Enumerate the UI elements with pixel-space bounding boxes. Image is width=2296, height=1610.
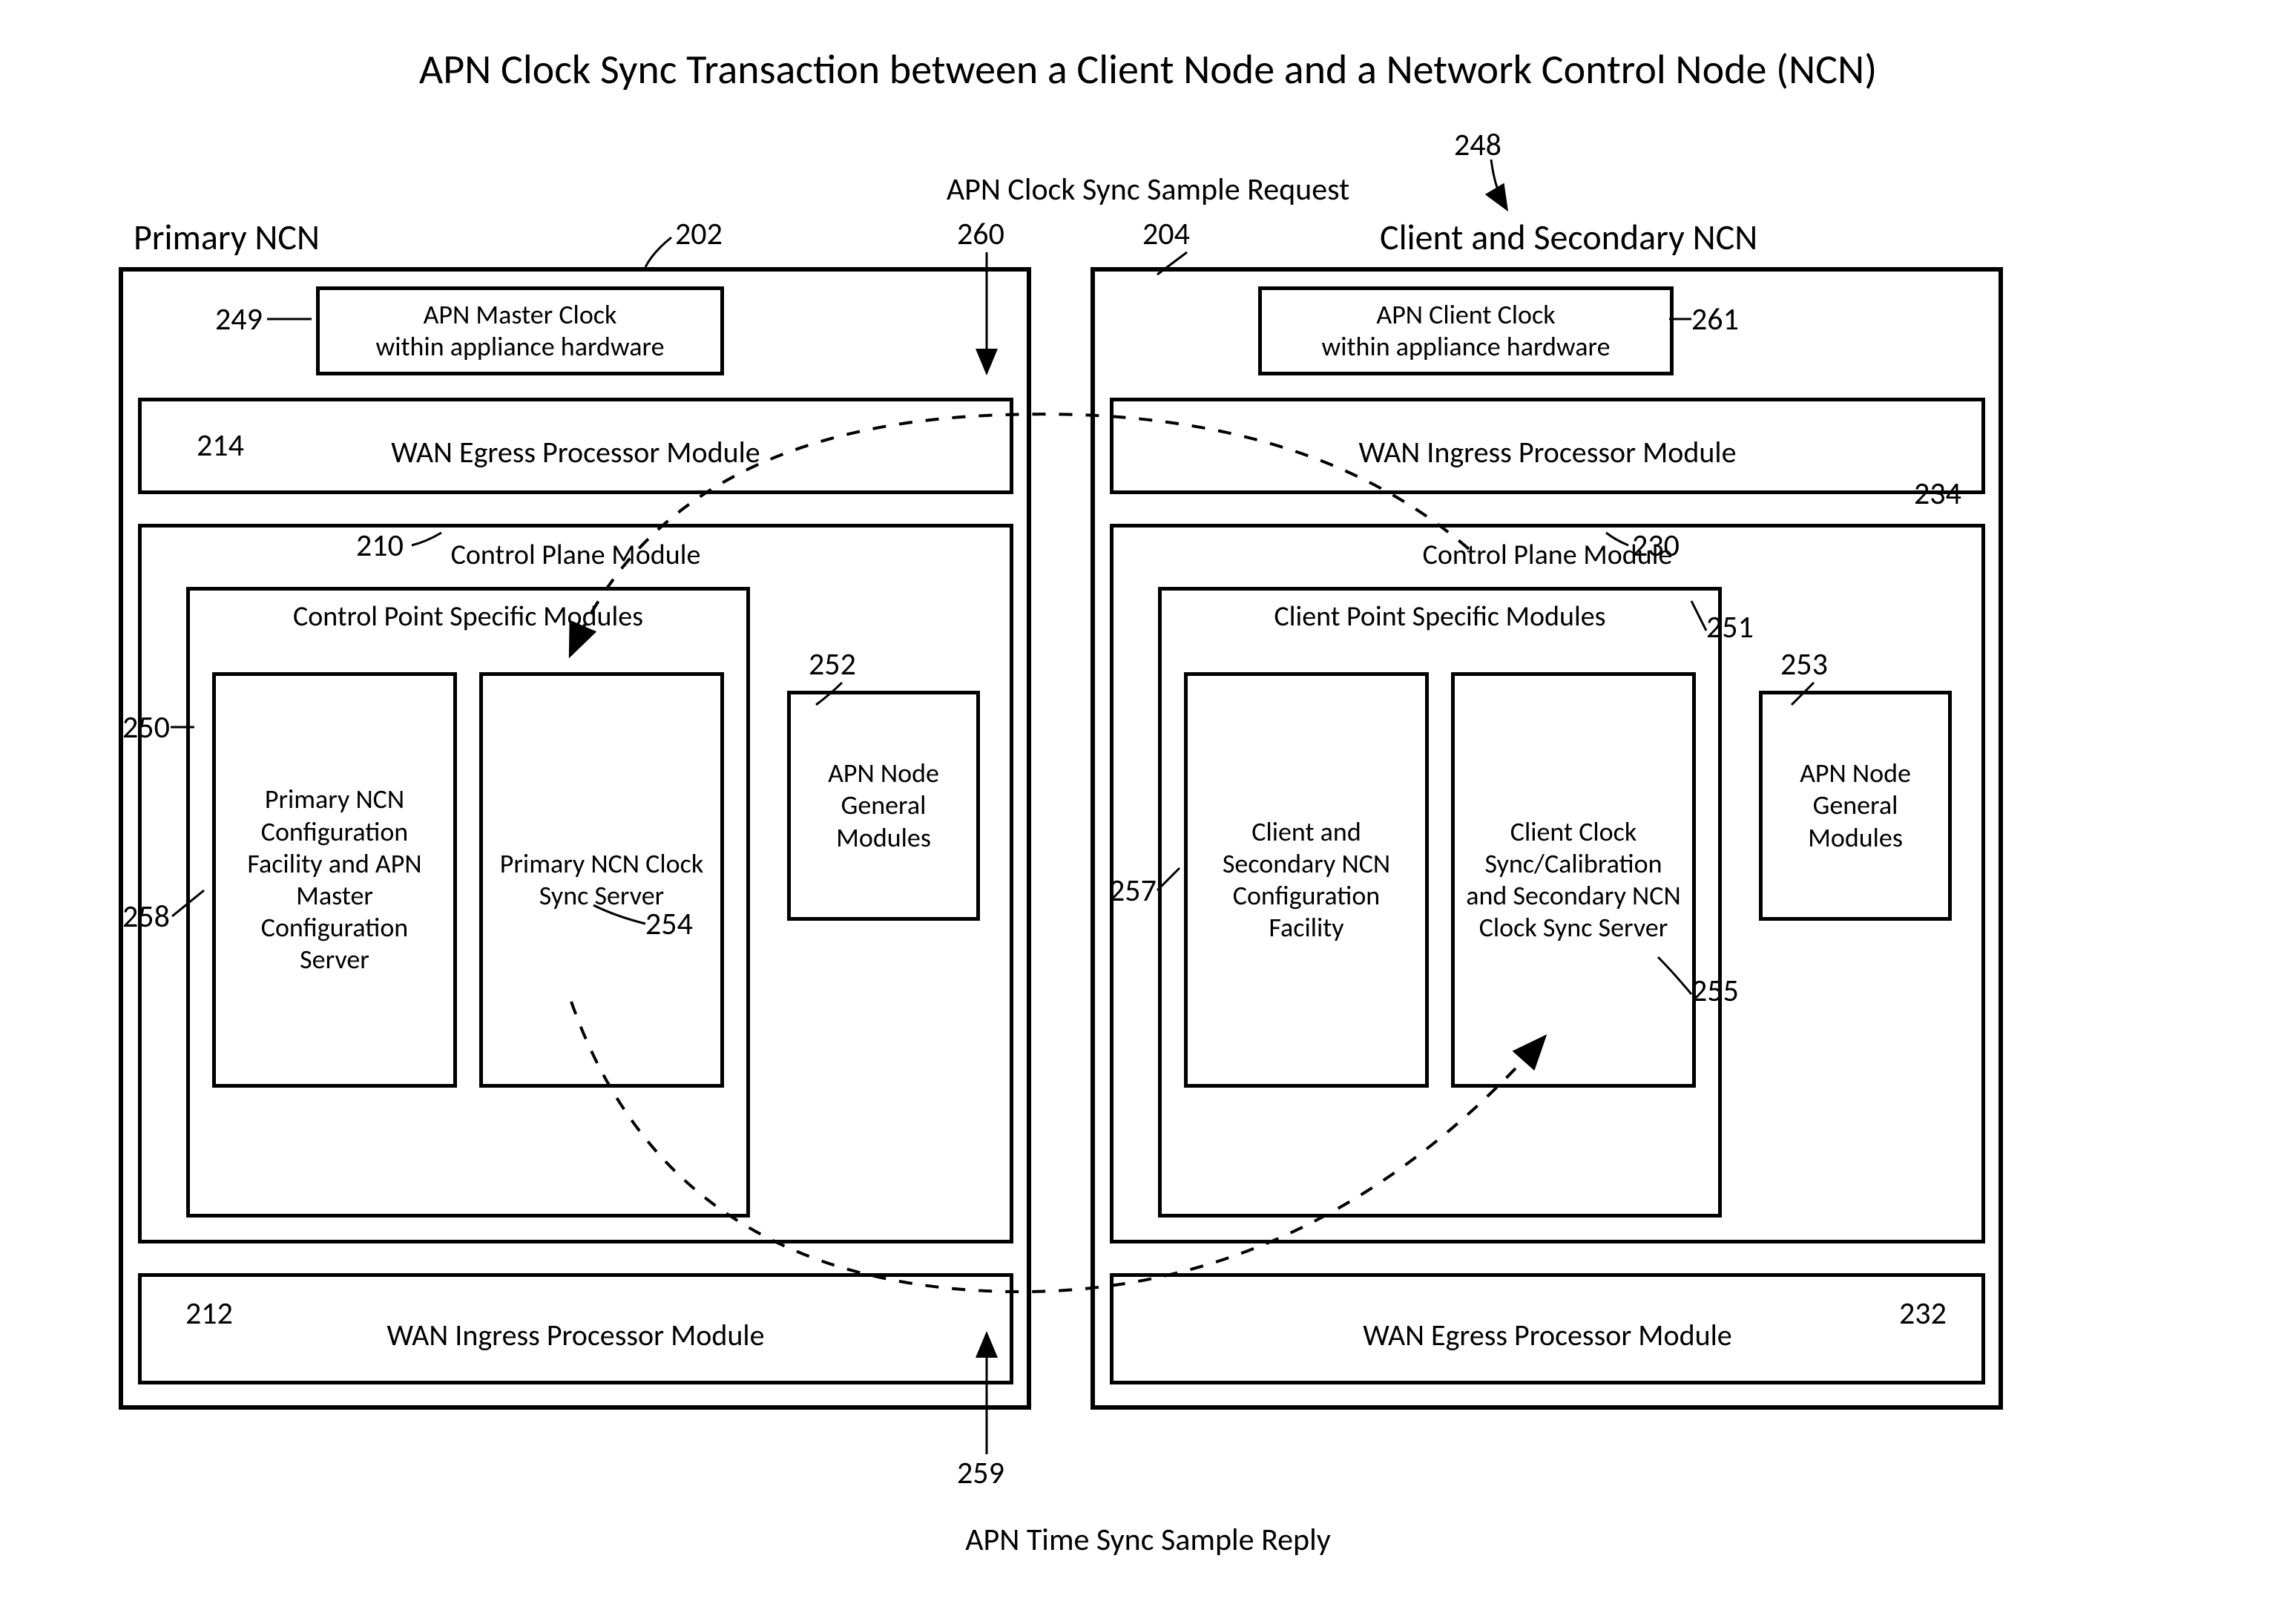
ref-202: 202 [675, 215, 723, 253]
ref-251: 251 [1706, 608, 1754, 646]
ref-261: 261 [1691, 300, 1739, 338]
wan-egress-right-label: WAN Egress Processor Module [1114, 1314, 1981, 1356]
control-plane-left: Control Plane Module Control Point Speci… [138, 524, 1013, 1243]
apn-master-clock: APN Master Clock within appliance hardwa… [316, 286, 724, 375]
ref-252: 252 [809, 645, 856, 683]
wan-egress-left: WAN Egress Processor Module [138, 398, 1013, 494]
ref-254: 254 [645, 905, 693, 943]
primary-ncn-config: Primary NCN Configuration Facility and A… [212, 672, 457, 1088]
client-point-specific-label: Client Point Specific Modules [1162, 597, 1718, 637]
apn-node-general-right: APN Node General Modules [1759, 691, 1952, 921]
client-ncn-config: Client and Secondary NCN Configuration F… [1184, 672, 1429, 1088]
ref-232: 232 [1899, 1295, 1947, 1333]
top-flow-label: APN Clock Sync Sample Request [0, 171, 2296, 208]
apn-node-general-left: APN Node General Modules [787, 691, 980, 921]
ref-260: 260 [957, 215, 1004, 253]
wan-egress-right: WAN Egress Processor Module [1110, 1273, 1985, 1384]
ref-230: 230 [1632, 527, 1680, 565]
bottom-flow-label: APN Time Sync Sample Reply [0, 1521, 2296, 1559]
ref-253: 253 [1780, 645, 1828, 683]
wan-egress-left-label: WAN Egress Processor Module [142, 431, 1010, 473]
client-ncn-box: APN Client Clock within appliance hardwa… [1091, 267, 2003, 1410]
primary-ncn-box: APN Master Clock within appliance hardwa… [119, 267, 1031, 1410]
ref-212: 212 [185, 1295, 233, 1333]
ref-249: 249 [215, 300, 263, 338]
ref-259: 259 [957, 1454, 1004, 1492]
ref-214: 214 [197, 427, 244, 464]
client-clock-sync: Client Clock Sync/Calibration and Second… [1451, 672, 1696, 1088]
client-point-specific: Client Point Specific Modules Client and… [1158, 587, 1722, 1218]
wan-ingress-right: WAN Ingress Processor Module [1110, 398, 1985, 494]
primary-ncn-clock-sync: Primary NCN Clock Sync Server [479, 672, 724, 1088]
ref-248: 248 [1454, 126, 1501, 164]
left-header: Primary NCN [134, 215, 320, 259]
ref-234: 234 [1914, 475, 1961, 513]
ref-258: 258 [122, 898, 170, 936]
control-plane-left-label: Control Plane Module [142, 535, 1010, 575]
wan-ingress-right-label: WAN Ingress Processor Module [1114, 431, 1981, 473]
ref-210: 210 [356, 527, 404, 565]
control-plane-right: Control Plane Module Client Point Specif… [1110, 524, 1985, 1243]
ref-257: 257 [1109, 872, 1157, 910]
control-point-specific-left: Control Point Specific Modules Primary N… [186, 587, 750, 1218]
apn-client-clock: APN Client Clock within appliance hardwa… [1258, 286, 1674, 375]
ref-255: 255 [1691, 972, 1739, 1010]
right-header: Client and Secondary NCN [1380, 215, 1757, 259]
wan-ingress-left-label: WAN Ingress Processor Module [142, 1314, 1010, 1356]
control-plane-right-label: Control Plane Module [1114, 535, 1981, 575]
diagram-title: APN Clock Sync Transaction between a Cli… [0, 45, 2296, 95]
wan-ingress-left: WAN Ingress Processor Module [138, 1273, 1013, 1384]
control-point-specific-left-label: Control Point Specific Modules [190, 597, 746, 637]
ref-250: 250 [122, 709, 170, 746]
ref-204: 204 [1142, 215, 1190, 253]
